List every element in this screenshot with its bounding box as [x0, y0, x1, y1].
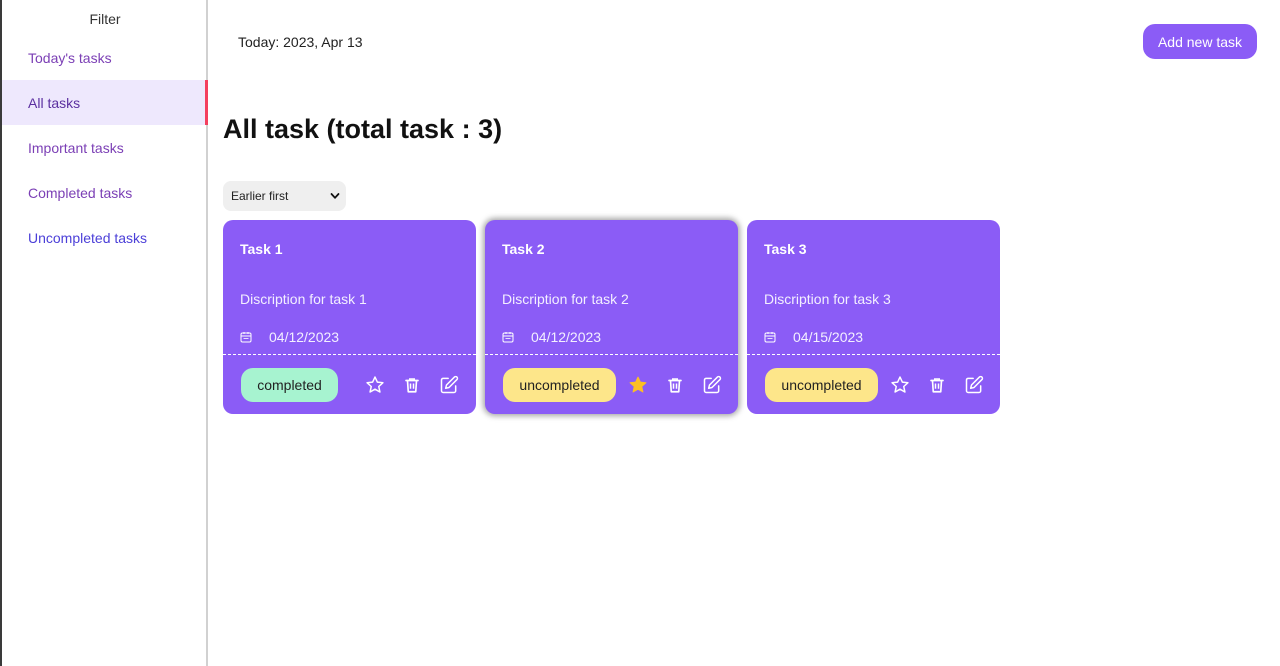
task-title: Task 2 [502, 241, 545, 257]
add-new-task-button[interactable]: Add new task [1143, 24, 1257, 59]
star-icon[interactable] [890, 375, 910, 395]
status-badge[interactable]: completed [241, 368, 338, 402]
task-title: Task 3 [764, 241, 807, 257]
task-date-row: 04/12/2023 [240, 329, 339, 345]
star-icon[interactable] [628, 375, 648, 395]
task-card: Task 3 Discription for task 3 04/15/2023… [747, 220, 1000, 414]
card-divider [485, 354, 738, 355]
task-card: Task 2 Discription for task 2 04/12/2023… [485, 220, 738, 414]
sort-select-value: Earlier first [231, 189, 289, 203]
calendar-icon [764, 331, 776, 343]
task-date: 04/15/2023 [793, 329, 864, 345]
sort-select[interactable]: Earlier first [223, 181, 346, 211]
card-divider [223, 354, 476, 355]
task-date-row: 04/12/2023 [502, 329, 601, 345]
task-card: Task 1 Discription for task 1 04/12/2023… [223, 220, 476, 414]
task-date: 04/12/2023 [269, 329, 340, 345]
sidebar-title: Filter [89, 11, 121, 27]
star-icon[interactable] [365, 375, 385, 395]
today-date: Today: 2023, Apr 13 [238, 34, 363, 50]
status-badge[interactable]: uncompleted [503, 368, 616, 402]
sidebar-item-important-tasks[interactable]: Important tasks [2, 125, 208, 170]
page-title: All task (total task : 3) [223, 114, 503, 144]
task-date-row: 04/15/2023 [764, 329, 863, 345]
status-badge[interactable]: uncompleted [765, 368, 878, 402]
sidebar-item-todays-tasks[interactable]: Today's tasks [2, 35, 208, 80]
edit-icon[interactable] [439, 375, 459, 395]
task-description: Discription for task 2 [502, 291, 629, 307]
edit-icon[interactable] [964, 375, 984, 395]
sidebar-item-uncompleted-tasks[interactable]: Uncompleted tasks [2, 215, 208, 260]
task-description: Discription for task 3 [764, 291, 891, 307]
app-root: Filter Today's tasks All tasks Important… [0, 0, 1280, 666]
sidebar: Filter Today's tasks All tasks Important… [0, 0, 208, 666]
trash-icon[interactable] [665, 375, 685, 395]
calendar-icon [502, 331, 514, 343]
card-divider [747, 354, 1000, 355]
chevron-down-icon [330, 190, 340, 204]
task-date: 04/12/2023 [531, 329, 602, 345]
sidebar-item-completed-tasks[interactable]: Completed tasks [2, 170, 208, 215]
calendar-icon [240, 331, 252, 343]
task-description: Discription for task 1 [240, 291, 367, 307]
trash-icon[interactable] [927, 375, 947, 395]
sidebar-item-all-tasks[interactable]: All tasks [2, 80, 208, 125]
task-title: Task 1 [240, 241, 283, 257]
trash-icon[interactable] [402, 375, 422, 395]
edit-icon[interactable] [702, 375, 722, 395]
